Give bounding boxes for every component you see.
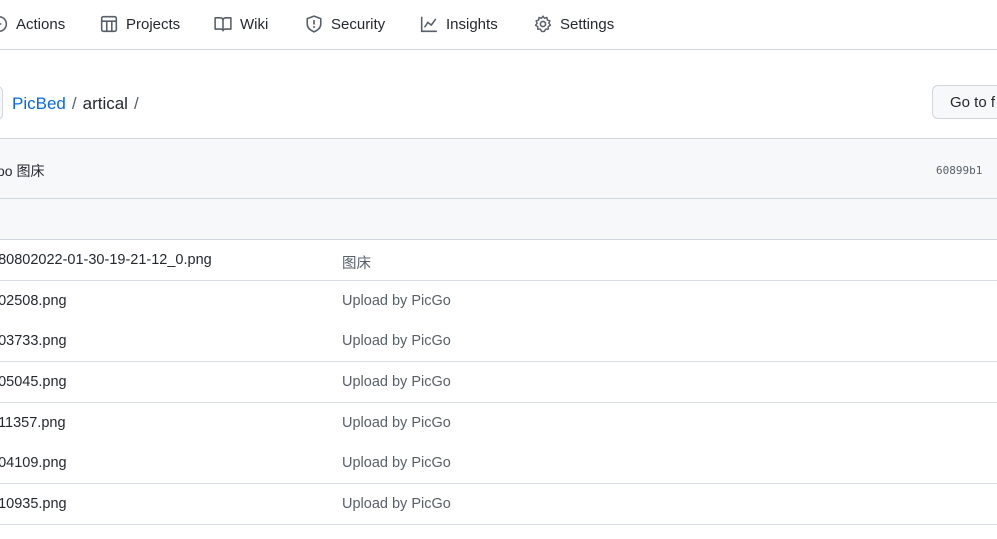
file-commit-message[interactable]: Upload by PicGo [342, 496, 451, 512]
tab-actions[interactable]: Actions [0, 0, 65, 48]
tab-security-label: Security [331, 15, 386, 33]
graph-icon [420, 16, 437, 33]
latest-commit-message[interactable]: yoo 图床 [0, 161, 44, 181]
book-icon [214, 17, 232, 32]
tab-actions-label: Actions [16, 15, 66, 33]
parent-directory-row[interactable] [0, 199, 997, 240]
shield-icon [306, 15, 322, 33]
file-row[interactable]: 203733.png Upload by PicGo [0, 321, 997, 362]
file-name-link[interactable]: 203733.png [0, 333, 67, 349]
file-row[interactable]: 210935.png Upload by PicGo [0, 484, 997, 525]
file-row[interactable]: 205045.png Upload by PicGo [0, 362, 997, 403]
file-name-link[interactable]: 204109.png [0, 455, 67, 471]
tab-security[interactable]: Security [305, 0, 385, 48]
tab-wiki[interactable]: Wiki [214, 0, 268, 48]
tab-settings-label: Settings [560, 15, 615, 33]
file-commit-message[interactable]: Upload by PicGo [342, 333, 451, 349]
projects-icon [100, 15, 118, 33]
file-list: yoo 图床 60899b1 280802022-01-30-19-21-12_… [0, 138, 997, 539]
repo-nav: Actions Projects Wiki Security Insights … [0, 0, 997, 50]
tab-insights[interactable]: Insights [420, 0, 498, 48]
file-name-link[interactable]: 280802022-01-30-19-21-12_0.png [0, 252, 212, 268]
file-commit-message[interactable]: Upload by PicGo [342, 374, 451, 390]
breadcrumb-repo-link[interactable]: PicBed [12, 94, 66, 114]
breadcrumb-trailing-separator: / [133, 94, 139, 113]
latest-commit-row: yoo 图床 60899b1 [0, 139, 997, 199]
latest-commit-hash[interactable]: 60899b1 [936, 164, 982, 177]
breadcrumb-separator: / [71, 94, 77, 113]
go-to-file-label: Go to f [950, 93, 996, 111]
file-name-link[interactable]: 202508.png [0, 293, 67, 309]
file-row[interactable]: 202508.png Upload by PicGo [0, 281, 997, 322]
tab-projects[interactable]: Projects [100, 0, 180, 48]
file-row[interactable]: 211357.png Upload by PicGo [0, 403, 997, 444]
branch-select-button[interactable] [0, 86, 3, 120]
file-commit-message[interactable]: Upload by PicGo [342, 455, 451, 471]
tab-projects-label: Projects [126, 15, 181, 33]
file-commit-message[interactable]: Upload by PicGo [342, 293, 451, 309]
tab-settings[interactable]: Settings [534, 0, 614, 48]
actions-icon [0, 15, 8, 33]
file-name-link[interactable]: 205045.png [0, 374, 67, 390]
file-row[interactable]: 204109.png Upload by PicGo [0, 443, 997, 484]
breadcrumb-current-dir: artical [82, 94, 128, 113]
tab-wiki-label: Wiki [240, 15, 269, 33]
go-to-file-button[interactable]: Go to f [932, 85, 997, 119]
gear-icon [534, 15, 552, 33]
file-name-link[interactable]: 211357.png [0, 415, 66, 431]
tab-insights-label: Insights [446, 15, 498, 33]
file-row[interactable]: 280802022-01-30-19-21-12_0.png 图床 [0, 240, 997, 281]
file-commit-message[interactable]: 图床 [342, 252, 371, 273]
breadcrumb: PicBed / artical / [12, 92, 145, 116]
file-commit-message[interactable]: Upload by PicGo [342, 415, 451, 431]
file-name-link[interactable]: 210935.png [0, 496, 67, 512]
